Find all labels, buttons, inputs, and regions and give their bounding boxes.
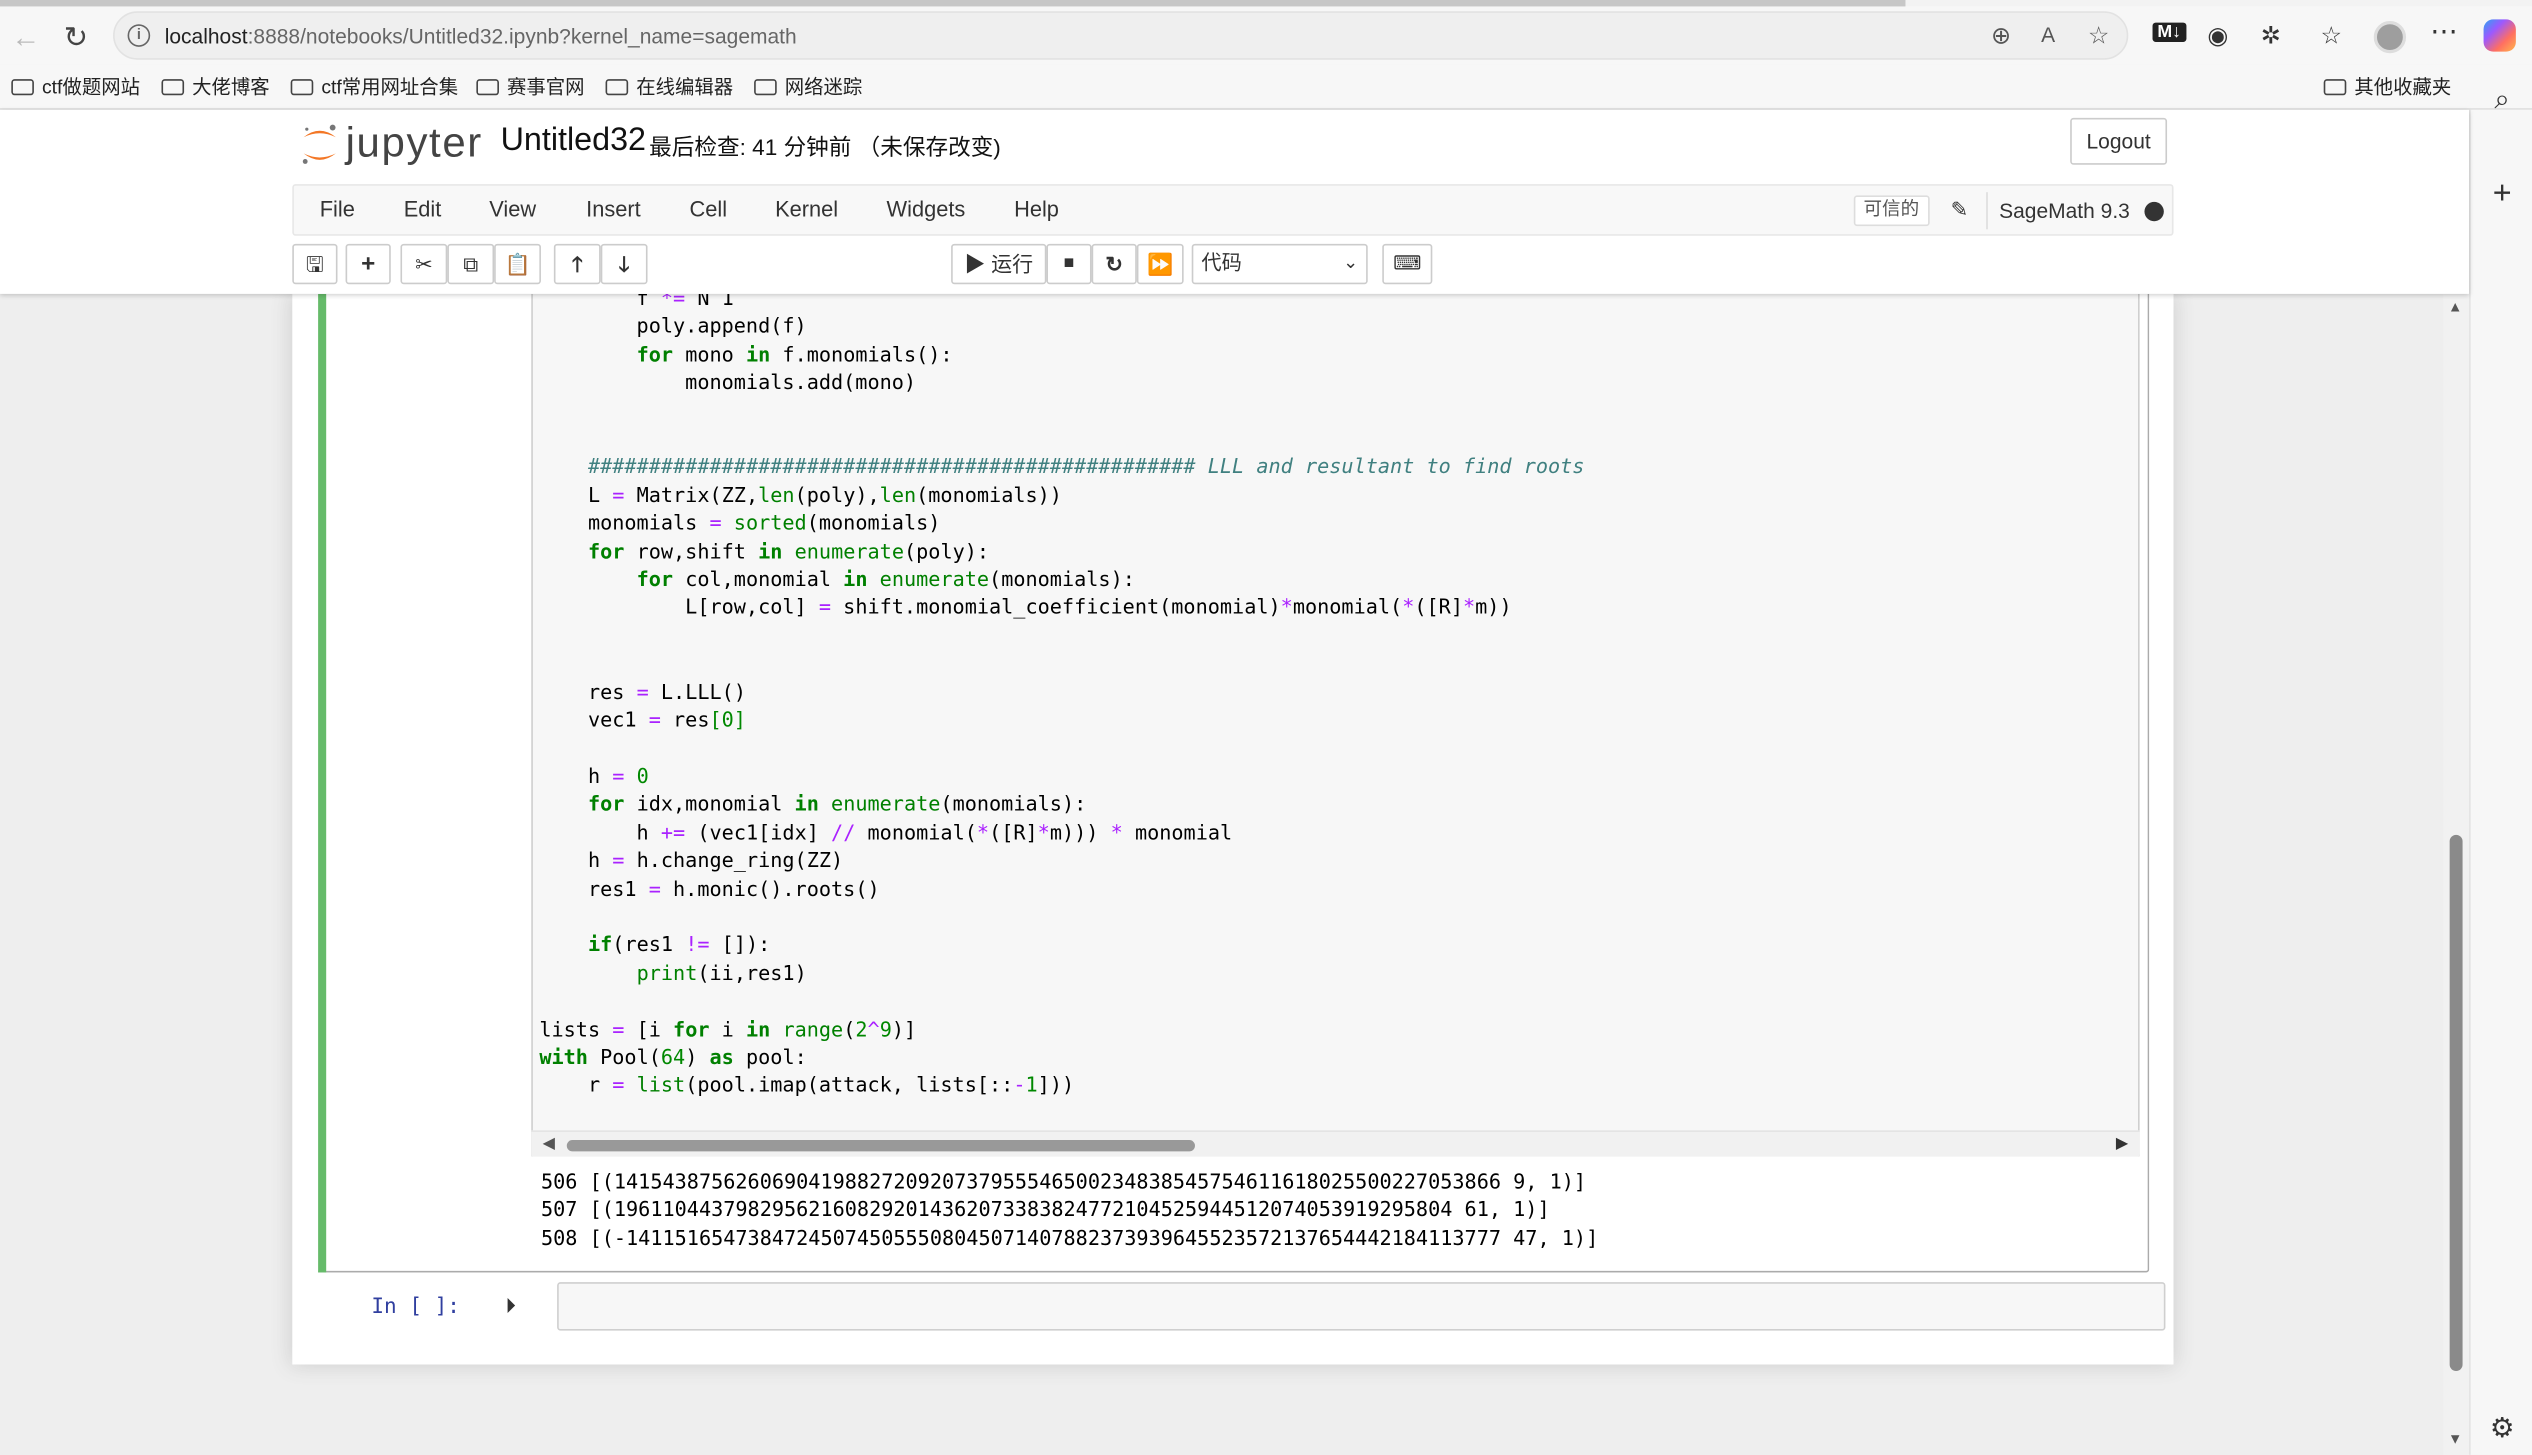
search-icon[interactable]: ⌕ (2471, 84, 2532, 116)
menu-view[interactable]: View (489, 197, 536, 221)
output-line: 508 [(-141151654738472450745055508045071… (540, 1225, 1599, 1250)
output-line: 506 [(1415438756260690419882720920737955… (540, 1169, 1587, 1194)
settings-gear-icon[interactable]: ⚙ (2471, 1413, 2532, 1445)
paste-icon[interactable]: 📋 (494, 243, 541, 285)
folder-icon (290, 79, 314, 96)
horizontal-scrollbar[interactable]: ◀ ▶ (531, 1130, 2140, 1157)
kernel-name[interactable]: SageMath 9.3 (1999, 199, 2130, 223)
stop-icon[interactable]: ■ (1046, 243, 1092, 285)
chevron-down-icon: ⌄ (1343, 253, 1359, 273)
menu-bar: File Edit View Insert Cell Kernel Widget… (292, 184, 2174, 236)
browser-toolbar: ← ↻ i localhost:8888/notebooks/Untitled3… (0, 6, 2532, 65)
address-bar[interactable]: i localhost:8888/notebooks/Untitled32.ip… (113, 11, 2129, 60)
scroll-left-icon[interactable]: ◀ (543, 1135, 555, 1153)
other-bookmarks-folder[interactable]: 其他收藏夹 (2323, 73, 2451, 100)
menu-insert[interactable]: Insert (586, 197, 641, 221)
bookmark-folder[interactable]: ctf做题网站 (11, 73, 140, 100)
more-menu-icon[interactable]: ⋯ (2430, 16, 2457, 48)
logout-button[interactable]: Logout (2070, 117, 2168, 165)
back-icon[interactable]: ← (5, 16, 47, 58)
menu-edit[interactable]: Edit (404, 197, 442, 221)
read-aloud-icon[interactable]: A (2041, 23, 2055, 47)
cell-type-select[interactable]: 代码 ⌄ (1191, 243, 1368, 285)
restart-icon[interactable]: ↻ (1091, 243, 1137, 285)
reload-icon[interactable]: ↻ (55, 16, 97, 58)
scrollbar-thumb[interactable] (566, 1140, 1195, 1152)
folder-icon (2323, 79, 2347, 96)
insert-cell-icon[interactable]: + (345, 243, 391, 285)
copy-icon[interactable]: ⧉ (447, 243, 495, 285)
notebook-container: f *= N 1 poly.append(f) for mono in f.mo… (292, 293, 2174, 1365)
move-down-icon[interactable]: 🡓 (600, 243, 648, 285)
input-prompt: In [ ]: (371, 1295, 460, 1320)
trusted-badge[interactable]: 可信的 (1853, 195, 1929, 227)
menu-kernel[interactable]: Kernel (775, 197, 838, 221)
code-text[interactable]: f *= N 1 poly.append(f) for mono in f.mo… (539, 294, 1584, 1099)
menu-file[interactable]: File (320, 197, 355, 221)
url-host: localhost (164, 24, 248, 49)
run-button[interactable]: ▶ 运行 (951, 243, 1047, 285)
cut-icon[interactable]: ✂ (400, 243, 448, 285)
empty-code-cell[interactable]: In [ ]: ⏵ (318, 1282, 2166, 1334)
output-line: 507 [(1961104437982956216082920143620733… (540, 1197, 1550, 1222)
vertical-scrollbar[interactable]: ▲ ▼ (2443, 293, 2470, 1455)
site-info-icon[interactable]: i (127, 24, 151, 47)
bookmark-folder[interactable]: ctf常用网址合集 (290, 73, 458, 100)
extensions-icon[interactable]: ✲ (2261, 21, 2281, 50)
jupyter-header: jupyter Untitled32 最后检查: 41 分钟前 （未保存改变) … (0, 109, 2470, 294)
add-icon[interactable]: + (2471, 176, 2532, 213)
fast-forward-icon[interactable]: ⏩ (1136, 243, 1184, 285)
copilot-icon[interactable] (2483, 19, 2516, 52)
bookmark-folder[interactable]: 网络迷踪 (754, 73, 862, 100)
edit-pencil-icon[interactable]: ✎ (1951, 197, 1969, 223)
folder-icon (161, 79, 185, 96)
keyboard-icon[interactable]: ⌨ (1382, 243, 1433, 285)
scroll-right-icon[interactable]: ▶ (2116, 1135, 2128, 1153)
menu-cell[interactable]: Cell (690, 197, 728, 221)
folder-icon (11, 79, 34, 96)
url-text[interactable]: localhost:8888/notebooks/Untitled32.ipyn… (165, 24, 797, 48)
folder-icon (476, 79, 499, 96)
markdown-extension-icon[interactable]: M↓ (2152, 22, 2186, 42)
bookmark-folder[interactable]: 大佬博客 (161, 73, 270, 100)
run-cell-icon[interactable]: ⏵ (505, 1293, 515, 1319)
folder-icon (754, 79, 777, 96)
browser-sidebar: ⌕ + ⚙ (2469, 84, 2532, 1455)
notebook-name[interactable]: Untitled32 (501, 123, 646, 160)
favorites-icon[interactable]: ☆ (2320, 21, 2342, 50)
bookmark-folder[interactable]: 在线编辑器 (605, 73, 733, 100)
profile-avatar[interactable] (2373, 20, 2407, 54)
divider (1986, 192, 1988, 230)
bookmarks-bar: ctf做题网站 大佬博客 ctf常用网址合集 赛事官网 在线编辑器 网络迷踪 其… (0, 64, 2532, 110)
scroll-up-icon[interactable]: ▲ (2448, 299, 2462, 315)
checkpoint-status: 最后检查: 41 分钟前 （未保存改变) (649, 134, 1001, 160)
jupyter-logo-text[interactable]: jupyter (346, 118, 483, 168)
folder-icon (605, 79, 629, 96)
code-editor[interactable]: f *= N 1 poly.append(f) for mono in f.mo… (531, 293, 2140, 1157)
notebook-area: f *= N 1 poly.append(f) for mono in f.mo… (0, 293, 2470, 1455)
move-up-icon[interactable]: 🡑 (553, 243, 601, 285)
screen: ← ↻ i localhost:8888/notebooks/Untitled3… (0, 0, 2532, 1455)
menu-help[interactable]: Help (1014, 197, 1059, 221)
jupyter-logo-icon[interactable] (299, 123, 341, 168)
cell-output: 506 [(1415438756260690419882720920737955… (541, 1168, 1598, 1252)
extension-circle-icon[interactable]: ◉ (2207, 21, 2228, 50)
bookmark-folder[interactable]: 赛事官网 (476, 73, 585, 100)
save-icon[interactable]: 🖫 (292, 243, 338, 285)
notebook-toolbar: 🖫 + ✂ ⧉ 📋 🡑 🡓 ▶ 运行 ■ ↻ ⏩ 代码 ⌄ ⌨ (292, 242, 2173, 287)
code-input[interactable] (557, 1282, 2166, 1331)
scrollbar-thumb[interactable] (2449, 834, 2463, 1371)
url-path: :8888/notebooks/Untitled32.ipynb?kernel_… (247, 24, 797, 49)
zoom-icon[interactable]: ⊕ (1991, 21, 2011, 50)
favorite-star-icon[interactable]: ☆ (2088, 21, 2110, 50)
cell-selection-bar (318, 293, 327, 1273)
menu-widgets[interactable]: Widgets (887, 197, 966, 221)
scroll-down-icon[interactable]: ▼ (2448, 1431, 2462, 1447)
kernel-busy-indicator (2144, 201, 2164, 222)
play-icon: ▶ (964, 251, 992, 277)
